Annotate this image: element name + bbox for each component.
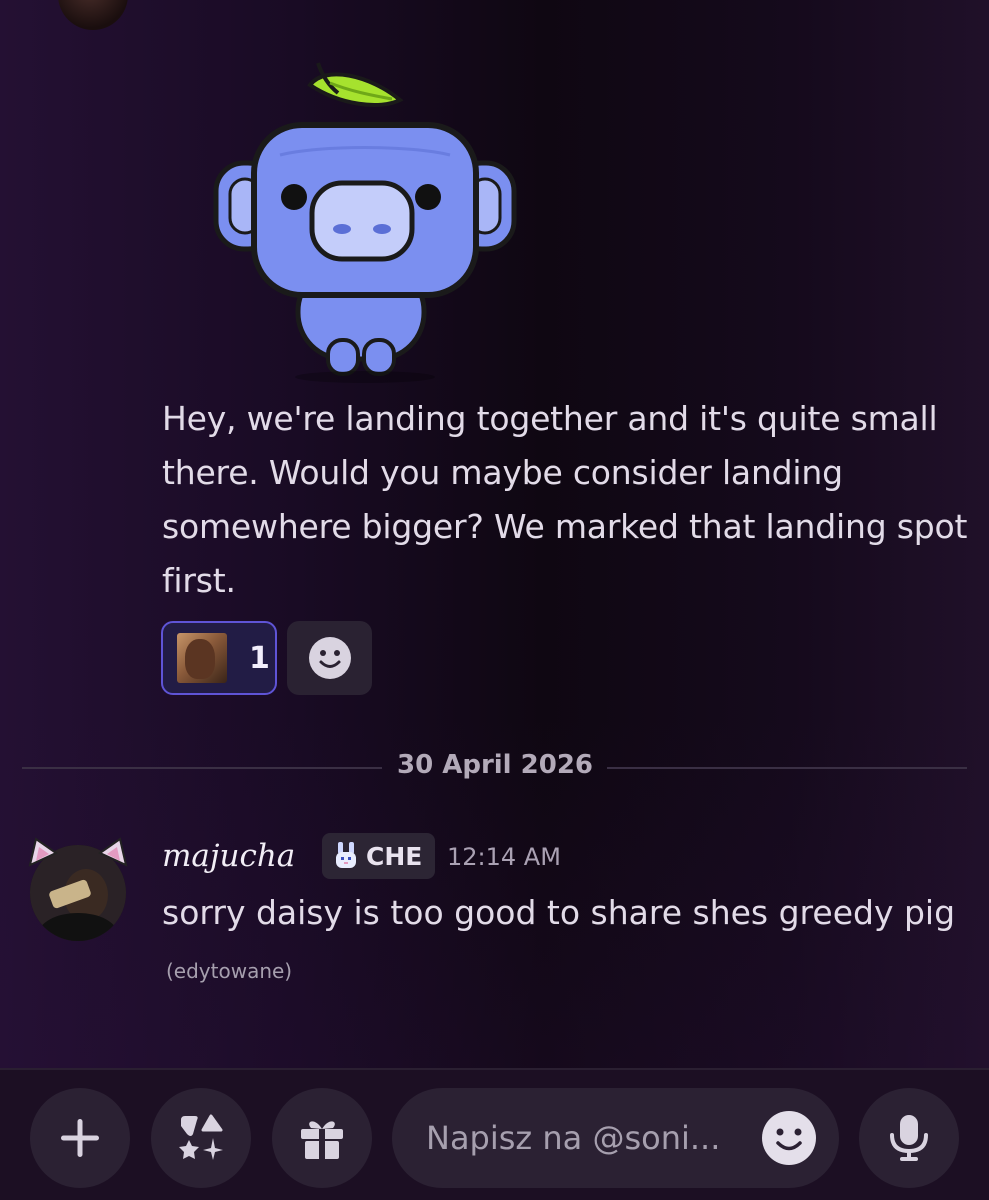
reaction-count: 1 bbox=[249, 640, 270, 676]
guild-tag[interactable]: CHE bbox=[322, 833, 435, 879]
gift-button[interactable] bbox=[272, 1088, 372, 1188]
apps-icon bbox=[179, 1114, 223, 1160]
username[interactable]: majucha bbox=[162, 838, 295, 874]
microphone-icon bbox=[890, 1115, 928, 1161]
voice-message-button[interactable] bbox=[859, 1088, 959, 1188]
gift-icon bbox=[301, 1121, 343, 1159]
bunny-icon bbox=[336, 842, 356, 868]
guild-tag-label: CHE bbox=[366, 841, 423, 871]
add-reaction-button[interactable] bbox=[287, 621, 372, 695]
avatar[interactable] bbox=[24, 835, 132, 943]
date-divider: 30 April 2026 bbox=[396, 750, 594, 780]
message-input[interactable]: Napisz na @soni... bbox=[392, 1088, 839, 1188]
previous-message-avatar[interactable] bbox=[58, 0, 128, 30]
divider-line-right bbox=[607, 767, 967, 769]
attach-button[interactable] bbox=[30, 1088, 130, 1188]
message-content: sorry daisy is too good to share shes gr… bbox=[162, 886, 962, 998]
message-input-placeholder: Napisz na @soni... bbox=[426, 1119, 721, 1157]
wumpus-sticker[interactable] bbox=[210, 55, 520, 385]
edited-label: (edytowane) bbox=[166, 959, 293, 983]
divider-line-left bbox=[22, 767, 382, 769]
smile-icon[interactable] bbox=[761, 1110, 817, 1166]
plus-icon bbox=[61, 1119, 99, 1157]
apps-button[interactable] bbox=[151, 1088, 251, 1188]
message-timestamp: 12:14 AM bbox=[447, 843, 561, 871]
reaction-chip[interactable]: 1 bbox=[161, 621, 277, 695]
reaction-emoji-image bbox=[177, 633, 227, 683]
message-text: Hey, we're landing together and it's qui… bbox=[162, 399, 968, 600]
smile-icon bbox=[308, 637, 351, 679]
message-text: sorry daisy is too good to share shes gr… bbox=[162, 893, 956, 932]
